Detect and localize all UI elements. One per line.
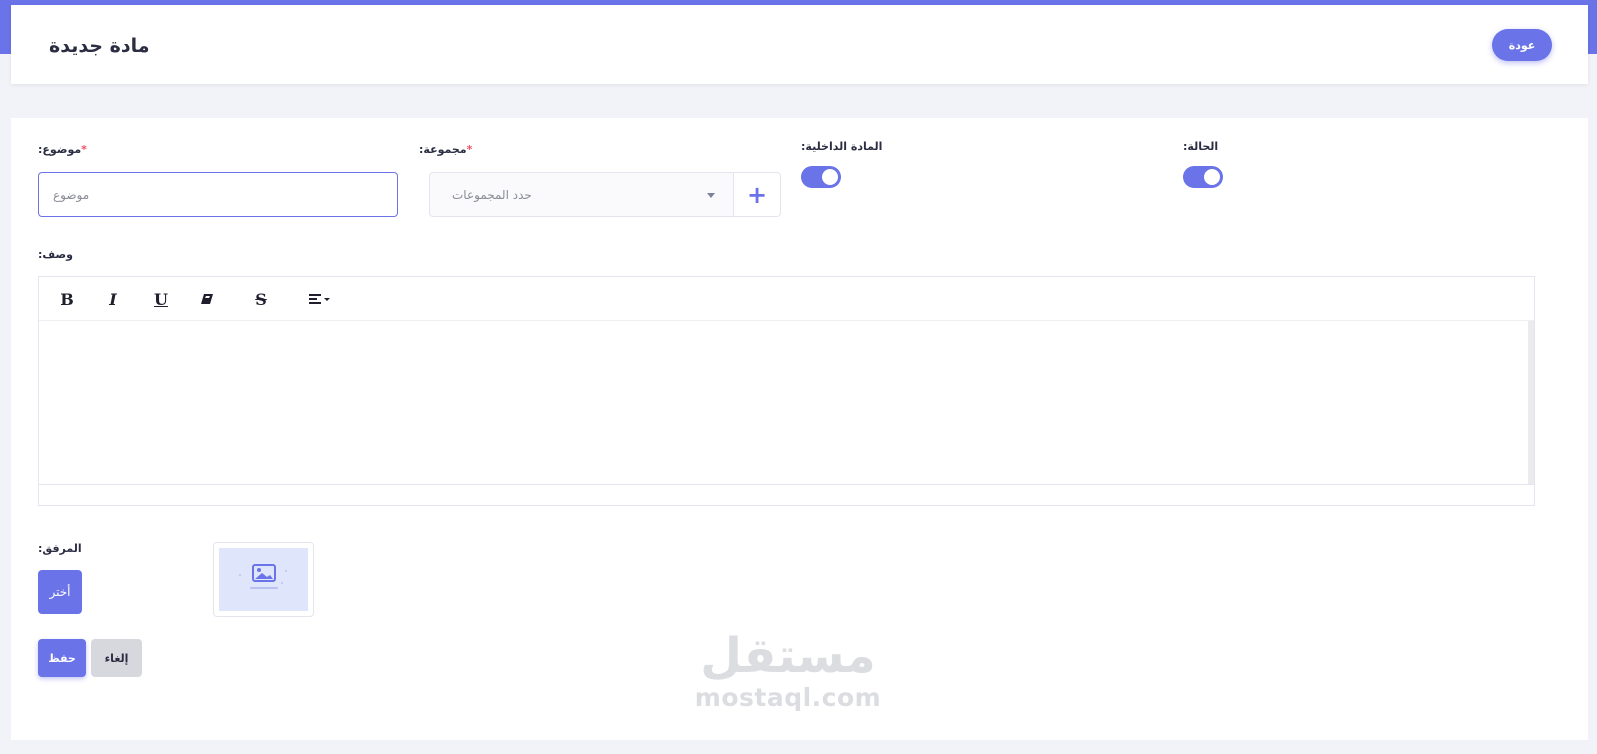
- description-editor: B I U S: [38, 276, 1535, 506]
- bold-icon[interactable]: B: [55, 289, 79, 309]
- group-select-placeholder: حدد المجموعات: [452, 187, 532, 202]
- watermark: مستقل mostaql.com: [688, 628, 888, 712]
- image-placeholder: [219, 548, 308, 611]
- image-icon: [238, 563, 287, 589]
- cancel-button[interactable]: إلغاء: [91, 639, 142, 677]
- attachment-label: :المرفق: [38, 542, 82, 555]
- attachment-preview: [213, 542, 314, 617]
- internal-material-toggle[interactable]: [801, 166, 841, 188]
- group-select[interactable]: حدد المجموعات: [429, 172, 733, 217]
- plus-icon: +: [746, 180, 768, 209]
- editor-toolbar: B I U S: [39, 277, 1534, 321]
- eraser-glyph: [201, 294, 213, 304]
- description-label: :وصف: [38, 248, 73, 261]
- page-title: مادة جديدة: [49, 35, 150, 57]
- choose-file-button[interactable]: أختر: [38, 570, 82, 614]
- back-button[interactable]: عودة: [1492, 29, 1552, 61]
- watermark-arabic: مستقل: [700, 628, 876, 684]
- subject-input[interactable]: [38, 172, 398, 217]
- align-left-icon: [309, 294, 330, 304]
- status-label: :الحالة: [1183, 140, 1219, 153]
- subject-label-text: :موضوع: [38, 143, 82, 156]
- group-label-text: :مجموعة: [419, 143, 467, 156]
- add-group-button[interactable]: +: [733, 172, 781, 217]
- toggle-knob: [822, 169, 838, 185]
- required-mark: *: [81, 143, 87, 156]
- underline-icon[interactable]: U: [149, 289, 173, 309]
- description-textarea[interactable]: [39, 321, 1528, 484]
- toggle-knob: [1204, 169, 1220, 185]
- required-mark: *: [466, 143, 473, 156]
- internal-material-label: :المادة الداخلية: [801, 140, 883, 153]
- watermark-latin: mostaql.com: [694, 683, 882, 712]
- editor-statusbar: [39, 484, 1534, 505]
- group-label: :مجموعة*: [419, 143, 472, 156]
- strikethrough-icon[interactable]: S: [249, 289, 273, 309]
- eraser-icon[interactable]: [195, 289, 219, 309]
- subject-label: :موضوع*: [38, 143, 87, 156]
- editor-scrollbar[interactable]: [1528, 321, 1534, 484]
- chevron-down-icon: [707, 193, 715, 198]
- status-toggle[interactable]: [1183, 166, 1223, 188]
- save-button[interactable]: حفظ: [38, 639, 86, 677]
- italic-icon[interactable]: I: [101, 289, 125, 309]
- page-header: مادة جديدة عودة: [11, 5, 1588, 84]
- align-dropdown[interactable]: [305, 289, 335, 309]
